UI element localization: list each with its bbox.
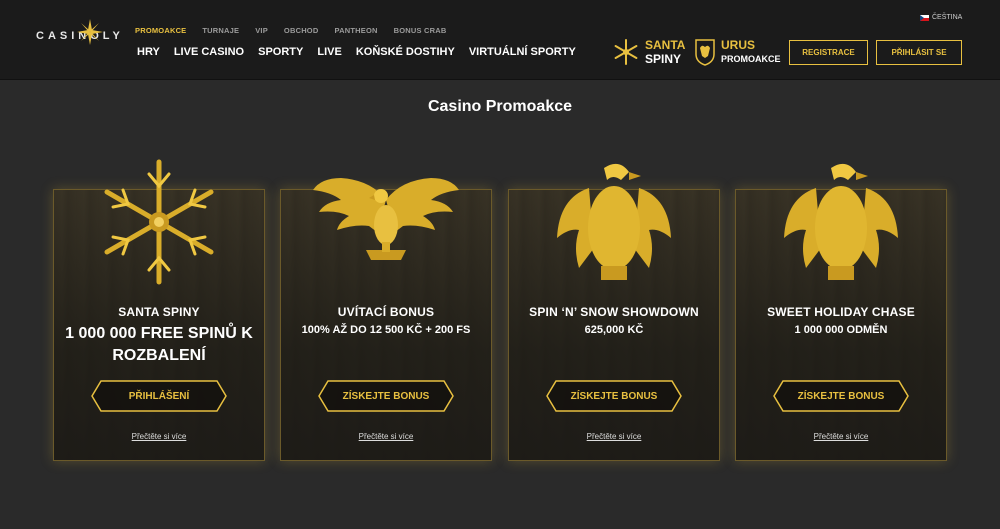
card-subtitle: 625,000 KČ	[584, 324, 644, 336]
snowflake-icon	[104, 159, 214, 285]
nav-sporty[interactable]: SPORTY	[258, 46, 303, 58]
get-bonus-button[interactable]: ZÍSKEJTE BONUS	[318, 380, 454, 412]
nav-live[interactable]: LIVE	[317, 46, 341, 58]
nav-live-casino[interactable]: LIVE CASINO	[174, 46, 244, 58]
card-title: SANTA SPINY	[118, 305, 200, 319]
eagle-icon	[557, 163, 671, 280]
promo-card-santa-spiny: SANTA SPINY 1 000 000 FREE SPINŮ K ROZBA…	[53, 159, 265, 461]
subnav-obchod[interactable]: OBCHOD	[284, 26, 319, 35]
snowflake-icon	[614, 39, 638, 65]
card-subtitle: 1 000 000 FREE SPINŮ K ROZBALENÍ	[65, 325, 253, 364]
santa-line2: SPINY	[645, 52, 682, 66]
language-label: ČEŠTINA	[932, 14, 963, 21]
subnav-turnaje[interactable]: TURNAJE	[202, 26, 239, 35]
santa-spiny-promo[interactable]: SANTA SPINY	[613, 38, 685, 66]
promo-card-sweet-holiday-chase: SWEET HOLIDAY CHASE 1 000 000 ODMĚN ZÍSK…	[735, 163, 947, 461]
get-bonus-button[interactable]: ZÍSKEJTE BONUS	[546, 380, 682, 412]
button-label: ZÍSKEJTE BONUS	[570, 390, 658, 402]
read-more-link[interactable]: Přečtěte si více	[54, 432, 264, 441]
register-button[interactable]: REGISTRACE	[789, 40, 868, 65]
button-label: PŘIHLÁŠENÍ	[128, 390, 190, 402]
promo-card-spin-n-snow: SPIN ‘N’ SNOW SHOWDOWN 625,000 KČ ZÍSKEJ…	[508, 163, 720, 461]
login-button[interactable]: PŘIHLÁSIT SE	[876, 40, 962, 65]
login-promo-button[interactable]: PŘIHLÁŠENÍ	[91, 380, 227, 412]
subnav-bonus-crab[interactable]: BONUS CRAB	[394, 26, 447, 35]
page-title: Casino Promoakce	[427, 98, 573, 115]
read-more-link[interactable]: Přečtěte si více	[281, 432, 491, 441]
card-subtitle: 100% AŽ DO 12 500 KČ + 200 FS	[301, 324, 471, 336]
nav-hry[interactable]: HRY	[137, 46, 160, 58]
nav-konske-dostihy[interactable]: KOŇSKÉ DOSTIHY	[356, 46, 455, 58]
czech-flag-icon	[920, 14, 929, 21]
promo-card-welcome-bonus: UVÍTACÍ BONUS 100% AŽ DO 12 500 KČ + 200…	[280, 178, 492, 461]
button-label: ZÍSKEJTE BONUS	[797, 390, 885, 402]
casinoly-logo[interactable]: CASINOLY	[36, 19, 124, 45]
card-subtitle: 1 000 000 ODMĚN	[794, 324, 888, 336]
bull-crest-icon	[695, 39, 715, 66]
button-label: ZÍSKEJTE BONUS	[342, 390, 430, 402]
sun-star-icon	[77, 19, 103, 45]
santa-line1: SANTA	[645, 38, 686, 52]
read-more-link[interactable]: Přečtěte si více	[736, 432, 946, 441]
secondary-nav: PROMOAKCE TURNAJE VIP OBCHOD PANTHEON BO…	[135, 26, 462, 35]
urus-line1: URUS	[721, 38, 756, 52]
main-nav: HRY LIVE CASINO SPORTY LIVE KOŇSKÉ DOSTI…	[137, 46, 590, 58]
subnav-vip[interactable]: VIP	[255, 26, 268, 35]
subnav-pantheon[interactable]: PANTHEON	[334, 26, 377, 35]
card-title: SWEET HOLIDAY CHASE	[767, 305, 915, 319]
top-header: CASINOLY ČEŠTINA PROMOAKCE TURNAJE VIP O…	[0, 0, 1000, 80]
urus-line2: PROMOAKCE	[721, 54, 781, 64]
urus-promo[interactable]: URUS PROMOAKCE	[693, 38, 781, 66]
eagle-spread-icon	[313, 178, 459, 260]
language-selector[interactable]: ČEŠTINA	[920, 14, 962, 21]
eagle-icon	[784, 163, 898, 280]
nav-virtualni-sporty[interactable]: VIRTUÁLNÍ SPORTY	[469, 46, 576, 58]
card-title: SPIN ‘N’ SNOW SHOWDOWN	[529, 305, 699, 319]
subnav-promoakce[interactable]: PROMOAKCE	[135, 26, 186, 35]
read-more-link[interactable]: Přečtěte si více	[509, 432, 719, 441]
get-bonus-button[interactable]: ZÍSKEJTE BONUS	[773, 380, 909, 412]
card-title: UVÍTACÍ BONUS	[337, 305, 435, 319]
